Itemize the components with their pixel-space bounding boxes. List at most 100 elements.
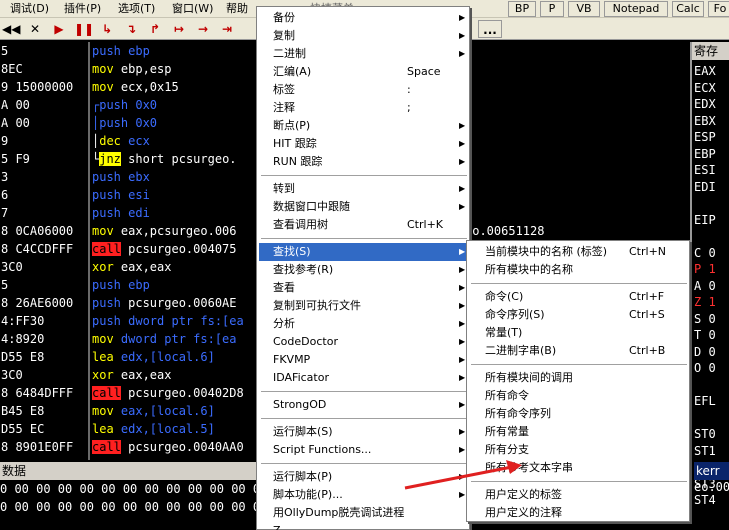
registers-pane[interactable]: 寄存 EAX ECX EDX EBX ESP EBP ESI EDI EIP C 0 P 1 A 0 Z … <box>690 42 729 507</box>
menu-item-label: 脚本功能(P)... <box>273 488 343 501</box>
register-label[interactable]: ESI <box>694 163 716 177</box>
disasm-instruction: xor eax,eax <box>92 366 171 384</box>
submenu-item[interactable]: 二进制字串(B) Ctrl+B <box>469 342 687 360</box>
menu-item-0[interactable]: 调试(D) <box>10 2 49 16</box>
context-menu-item[interactable]: 断点(P) ▶ <box>259 117 467 135</box>
context-menu-item[interactable]: Z... <box>259 522 467 530</box>
register-label[interactable]: C 0 <box>694 246 716 260</box>
toolbar-more[interactable]: ... <box>478 20 502 38</box>
context-menu-item[interactable]: CodeDoctor ▶ <box>259 333 467 351</box>
close-icon[interactable]: ✕ <box>26 20 44 38</box>
context-menu-item[interactable]: 数据窗口中跟随 ▶ <box>259 198 467 216</box>
toolbar-button-calc[interactable]: Calc <box>672 1 704 17</box>
submenu-item[interactable]: 所有参考文本字串 <box>469 459 687 477</box>
context-menu-item[interactable]: FKVMP ▶ <box>259 351 467 369</box>
register-label[interactable]: S 0 <box>694 312 716 326</box>
context-menu-item[interactable]: 查找参考(R) ▶ <box>259 261 467 279</box>
trace-into-icon[interactable]: ↱ <box>146 20 164 38</box>
context-menu-item[interactable]: 运行脚本(P) ▶ <box>259 468 467 486</box>
context-menu-item[interactable]: 查找(S) ▶ <box>259 243 467 261</box>
goto-icon[interactable]: ⇥ <box>218 20 236 38</box>
submenu-item[interactable]: 常量(T) <box>469 324 687 342</box>
submenu-item[interactable]: 命令序列(S) Ctrl+S <box>469 306 687 324</box>
context-menu-item[interactable]: 汇编(A) Space <box>259 63 467 81</box>
submenu-item[interactable]: 所有模块间的调用 <box>469 369 687 387</box>
register-label[interactable]: A 0 <box>694 279 716 293</box>
context-menu-item[interactable]: 脚本功能(P)... ▶ <box>259 486 467 504</box>
instruction-token: ebp,esp <box>113 62 172 76</box>
context-menu-item[interactable]: 转到 ▶ <box>259 180 467 198</box>
register-label[interactable]: D 0 <box>694 345 716 359</box>
step-into-icon[interactable]: ↳ <box>98 20 116 38</box>
register-label[interactable]: EBP <box>694 147 716 161</box>
context-menu-item[interactable]: 运行脚本(S) ▶ <box>259 423 467 441</box>
context-menu-item[interactable]: RUN 跟踪 ▶ <box>259 153 467 171</box>
menu-item-3[interactable]: 窗口(W) <box>172 2 213 16</box>
trace-over-icon[interactable]: ↦ <box>170 20 188 38</box>
register-label[interactable]: EBX <box>694 114 716 128</box>
context-menu-item[interactable]: HIT 跟踪 ▶ <box>259 135 467 153</box>
register-label[interactable]: ECX <box>694 81 716 95</box>
menu-item-label: Script Functions... <box>273 443 372 456</box>
context-menu-item[interactable]: IDAFicator ▶ <box>259 369 467 387</box>
register-label[interactable]: ST1 <box>694 444 716 458</box>
submenu-item[interactable]: 用户定义的注释 <box>469 504 687 522</box>
menu-item-4[interactable]: 帮助 <box>226 2 248 16</box>
toolbar-button-fo[interactable]: Fo <box>708 1 729 17</box>
context-menu-item[interactable]: 查看 ▶ <box>259 279 467 297</box>
execute-till-return-icon[interactable]: → <box>194 20 212 38</box>
toolbar-button-p[interactable]: P <box>540 1 564 17</box>
context-menu-item[interactable]: 用OllyDump脱壳调试进程 <box>259 504 467 522</box>
submenu-item[interactable]: 所有命令 <box>469 387 687 405</box>
context-menu-item[interactable]: 分析 ▶ <box>259 315 467 333</box>
menu-item-1[interactable]: 插件(P) <box>64 2 101 16</box>
register-label[interactable]: ST0 <box>694 427 716 441</box>
stack-row: eo.00 <box>694 480 729 494</box>
context-menu-item[interactable]: 复制到可执行文件 ▶ <box>259 297 467 315</box>
register-label[interactable]: EFL <box>694 394 716 408</box>
context-menu-item[interactable]: 标签: <box>259 81 467 99</box>
toolbar-button-vb[interactable]: VB <box>568 1 600 17</box>
context-menu-item[interactable]: 注释; <box>259 99 467 117</box>
menu-separator <box>261 391 467 392</box>
context-menu-item[interactable]: 复制 ▶ <box>259 27 467 45</box>
submenu-item[interactable]: 所有分支 <box>469 441 687 459</box>
submenu-arrow-icon: ▶ <box>459 247 466 256</box>
menu-item-label: 用户定义的标签 <box>485 488 562 501</box>
context-menu-item[interactable]: 查看调用树 Ctrl+K <box>259 216 467 234</box>
register-label[interactable]: Z 1 <box>694 295 716 309</box>
submenu-item[interactable]: 所有命令序列 <box>469 405 687 423</box>
step-over-icon[interactable]: ↴ <box>122 20 140 38</box>
submenu-item[interactable]: 当前模块中的名称 (标签) Ctrl+N <box>469 243 687 261</box>
context-menu-item[interactable]: Script Functions... ▶ <box>259 441 467 459</box>
toolbar-button-notepad[interactable]: Notepad <box>604 1 668 17</box>
register-label[interactable]: ESP <box>694 130 716 144</box>
context-menu-item[interactable]: StrongOD ▶ <box>259 396 467 414</box>
submenu-item[interactable]: 所有常量 <box>469 423 687 441</box>
register-label[interactable]: EDI <box>694 180 716 194</box>
menu-item-2[interactable]: 选项(T) <box>118 2 155 16</box>
disasm-address: A 00 <box>1 98 30 112</box>
submenu-arrow-icon: ▶ <box>459 445 466 454</box>
pause-icon[interactable]: ❚❚ <box>74 20 94 38</box>
submenu-item[interactable]: 命令(C) Ctrl+F <box>469 288 687 306</box>
toolbar-button-bp[interactable]: BP <box>508 1 536 17</box>
register-label[interactable]: ST4 <box>694 493 716 507</box>
rewind-icon[interactable]: ◀◀ <box>2 20 20 38</box>
register-label[interactable]: P 1 <box>694 262 716 276</box>
disasm-instruction: push ebp <box>92 42 150 60</box>
instruction-token: ┌push 0x0 <box>92 98 158 112</box>
menu-separator <box>471 283 687 284</box>
submenu-arrow-icon: ▶ <box>459 319 466 328</box>
submenu-item[interactable]: 用户定义的标签 <box>469 486 687 504</box>
submenu-item[interactable]: 所有模块中的名称 <box>469 261 687 279</box>
register-label[interactable]: EAX <box>694 64 716 78</box>
register-label[interactable]: T 0 <box>694 328 716 342</box>
context-menu-item[interactable]: 二进制 ▶ <box>259 45 467 63</box>
context-menu-item[interactable]: 备份 ▶ <box>259 9 467 27</box>
menu-separator <box>471 481 687 482</box>
register-label[interactable]: EIP <box>694 213 716 227</box>
register-label[interactable]: EDX <box>694 97 716 111</box>
register-label[interactable]: O 0 <box>694 361 716 375</box>
play-icon[interactable]: ▶ <box>50 20 68 38</box>
